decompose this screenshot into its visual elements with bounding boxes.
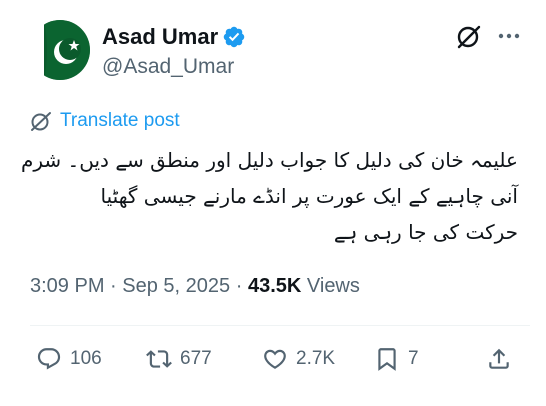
post-text-line: علیمہ خان کی دلیل کا جواب دلیل اور منطق … — [21, 148, 518, 172]
bookmark-icon — [378, 348, 396, 371]
author-name-row[interactable]: Asad Umar — [102, 24, 246, 50]
reply-button[interactable]: 106 — [36, 346, 102, 372]
translate-post-link[interactable]: Translate post — [30, 110, 180, 132]
post-time[interactable]: 3:09 PM — [30, 275, 104, 297]
share-icon — [489, 348, 509, 369]
author-handle[interactable]: @Asad_Umar — [102, 55, 234, 79]
bookmark-count: 7 — [408, 348, 419, 369]
repost-button[interactable]: 677 — [146, 346, 212, 372]
repost-count: 677 — [180, 348, 212, 369]
translate-icon — [31, 112, 51, 131]
post-text: علیمہ خان کی دلیل کا جواب دلیل اور منطق … — [21, 142, 518, 250]
reply-icon — [37, 348, 61, 370]
pakistan-flag-avatar — [30, 20, 90, 80]
bookmark-button[interactable]: 7 — [374, 346, 419, 372]
like-count: 2.7K — [296, 348, 336, 369]
translate-post-label[interactable]: Translate post — [60, 110, 180, 132]
views-count[interactable]: 43.5K — [248, 275, 301, 297]
post-date[interactable]: Sep 5, 2025 — [122, 275, 230, 297]
verified-badge-icon[interactable] — [222, 25, 246, 49]
action-bar: 106 677 2.7K 7 — [0, 346, 546, 382]
post-text-line: آنی چاہیے کے ایک عورت پر انڈے مارنے جیسی… — [100, 184, 518, 208]
like-button[interactable]: 2.7K — [262, 346, 335, 372]
share-button[interactable] — [486, 346, 520, 372]
post-text-line: حرکت کی جا رہی ہے — [333, 220, 518, 244]
reply-count: 106 — [70, 348, 102, 369]
more-options-icon[interactable] — [496, 26, 522, 46]
heart-icon — [264, 349, 286, 369]
grok-icon[interactable] — [456, 24, 482, 50]
author-display-name[interactable]: Asad Umar — [102, 24, 218, 50]
repost-icon — [146, 350, 172, 368]
divider — [30, 325, 530, 326]
meta-separator: · — [110, 275, 117, 297]
avatar[interactable] — [30, 20, 90, 80]
meta-separator: · — [235, 275, 243, 297]
post-meta: 3:09 PM · Sep 5, 2025 · 43.5K Views — [30, 275, 360, 298]
views-label[interactable]: Views — [307, 275, 360, 297]
